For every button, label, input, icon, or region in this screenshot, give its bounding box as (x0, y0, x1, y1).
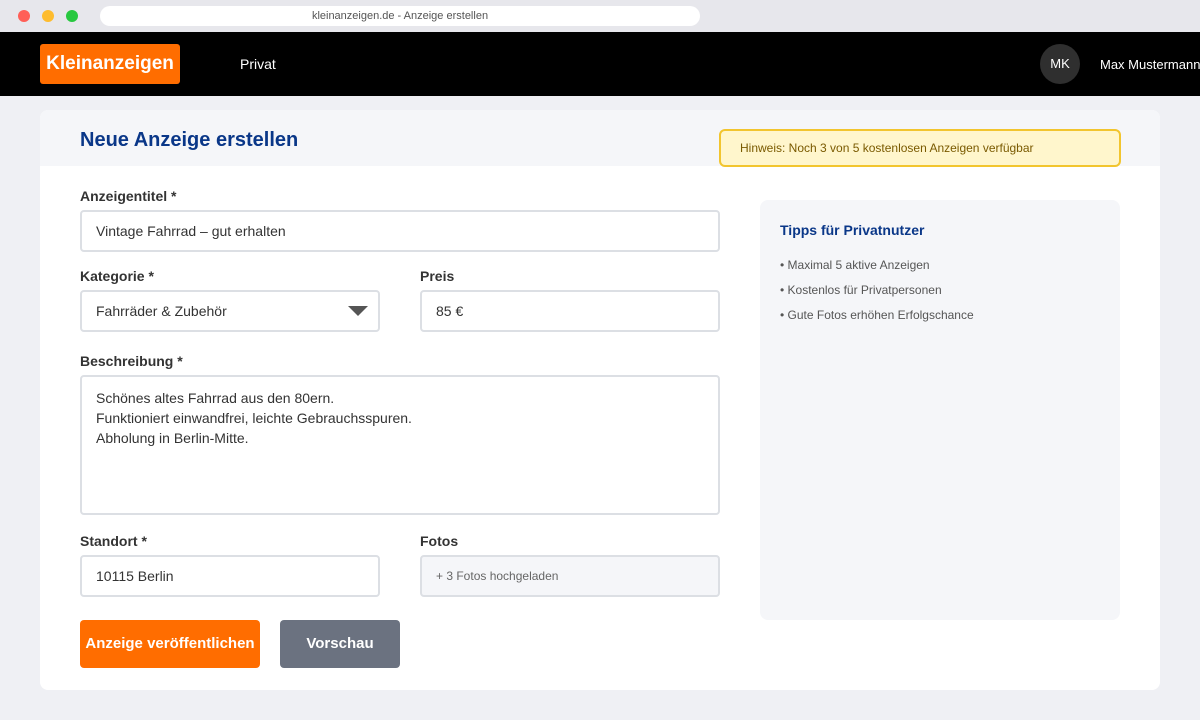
location-input[interactable]: 10115 Berlin (80, 555, 380, 597)
description-line: Abholung in Berlin-Mitte. (96, 430, 249, 446)
top-navigation: Kleinanzeigen Privat MK Max Mustermann (0, 32, 1200, 96)
maximize-window-button[interactable] (66, 10, 78, 22)
tips-list: • Maximal 5 aktive Anzeigen • Kostenlos … (780, 258, 974, 333)
browser-chrome: kleinanzeigen.de - Anzeige erstellen (0, 0, 1200, 32)
photos-label: Fotos (420, 533, 459, 549)
username[interactable]: Max Mustermann (1100, 32, 1200, 98)
site-logo[interactable]: Kleinanzeigen (40, 44, 180, 84)
tips-title: Tipps für Privatnutzer (780, 222, 925, 238)
close-window-button[interactable] (18, 10, 30, 22)
tips-list-item: • Maximal 5 aktive Anzeigen (780, 258, 930, 272)
preview-button[interactable]: Vorschau (280, 620, 400, 668)
location-label: Standort * (80, 533, 147, 549)
tips-list-item: • Kostenlos für Privatpersonen (780, 283, 942, 297)
price-label: Preis (420, 268, 455, 284)
free-listings-notice: Hinweis: Noch 3 von 5 kostenlosen Anzeig… (719, 129, 1121, 167)
title-input[interactable]: Vintage Fahrrad – gut erhalten (80, 210, 720, 252)
publish-button[interactable]: Anzeige veröffentlichen (80, 620, 260, 668)
description-line: Funktioniert einwandfrei, leichte Gebrau… (96, 410, 412, 426)
title-label: Anzeigentitel * (80, 188, 177, 204)
description-label: Beschreibung * (80, 353, 183, 369)
description-textarea[interactable]: Schönes altes Fahrrad aus den 80ern. Fun… (80, 375, 720, 515)
create-listing-card: Neue Anzeige erstellen Hinweis: Noch 3 v… (40, 110, 1160, 690)
tips-panel: Tipps für Privatnutzer • Maximal 5 aktiv… (760, 200, 1120, 620)
category-label: Kategorie * (80, 268, 154, 284)
page-title: Neue Anzeige erstellen (80, 129, 299, 151)
photos-upload[interactable]: + 3 Fotos hochgeladen (420, 555, 720, 597)
avatar[interactable]: MK (1040, 44, 1080, 84)
chevron-down-icon (348, 306, 368, 316)
tips-list-item: • Gute Fotos erhöhen Erfolgschance (780, 308, 974, 322)
price-input[interactable]: 85 € (420, 290, 720, 332)
nav-link-privat[interactable]: Privat (240, 32, 276, 96)
address-bar[interactable]: kleinanzeigen.de - Anzeige erstellen (100, 6, 700, 26)
category-select-value: Fahrräder & Zubehör (96, 303, 227, 319)
category-select[interactable]: Fahrräder & Zubehör (80, 290, 380, 332)
description-line: Schönes altes Fahrrad aus den 80ern. (96, 390, 335, 406)
minimize-window-button[interactable] (42, 10, 54, 22)
